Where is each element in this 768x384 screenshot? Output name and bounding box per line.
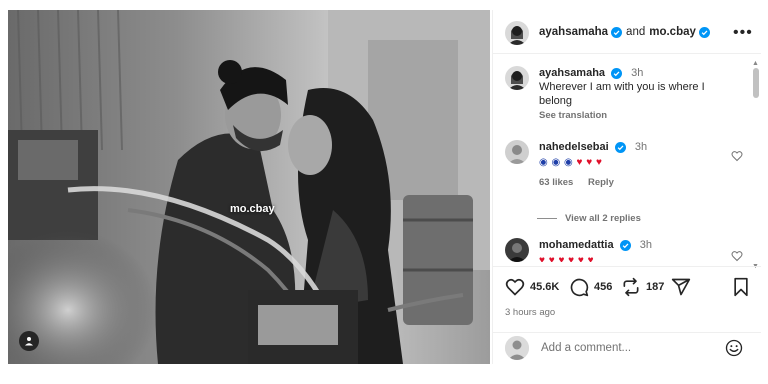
author-joiner: and: [626, 26, 646, 38]
author1-username[interactable]: ayahsamaha: [539, 26, 608, 38]
caption-username[interactable]: ayahsamaha: [539, 67, 605, 79]
user-tags-button[interactable]: [19, 331, 39, 351]
share-button[interactable]: [671, 277, 696, 297]
comments-list: ayahsamaha 3h Wherever I am with you is …: [493, 56, 761, 262]
verified-badge-icon: [614, 141, 626, 153]
caption-body: ayahsamaha 3h Wherever I am with you is …: [539, 66, 739, 123]
reply-button[interactable]: Reply: [588, 177, 614, 188]
view-replies-label: View all 2 replies: [565, 213, 641, 224]
save-button[interactable]: [731, 277, 756, 297]
post-time-ago[interactable]: 3 hours ago: [505, 307, 555, 318]
evil-eye-emoji: ◉: [539, 157, 549, 168]
caption-avatar[interactable]: [505, 66, 529, 90]
comment-time[interactable]: 3h: [635, 141, 647, 153]
avatar-image: [505, 140, 529, 164]
author-avatar[interactable]: [505, 21, 529, 45]
comment-emoji-text: ♥ ♥ ♥ ♥ ♥ ♥: [539, 254, 739, 262]
evil-eye-emoji: ◉: [551, 157, 561, 168]
media-user-tag[interactable]: mo.cbay: [230, 203, 275, 215]
heart-emoji: ♥: [548, 255, 556, 262]
author2-username[interactable]: mo.cbay: [649, 26, 696, 38]
avatar-image: [505, 21, 529, 45]
comment-body: mohamedattia 3h ♥ ♥ ♥ ♥ ♥ ♥: [539, 238, 739, 262]
verified-badge-icon: [698, 26, 710, 38]
evil-eye-emoji: ◉: [564, 157, 574, 168]
replies-divider-line: [537, 218, 557, 219]
comment-body: nahedelsebai 3h ◉ ◉ ◉ ♥ ♥ ♥ 63 likes Rep…: [539, 140, 739, 190]
repost-count[interactable]: 187: [646, 281, 664, 293]
author-names: ayahsamaha and mo.cbay: [539, 26, 714, 38]
heart-emoji: ♥: [586, 157, 593, 168]
post-photo: [8, 10, 490, 364]
comment-avatar[interactable]: [505, 238, 529, 262]
add-comment-input[interactable]: [541, 342, 711, 354]
heart-emoji: ♥: [587, 255, 595, 262]
comment-button[interactable]: 456: [569, 277, 612, 297]
see-translation-link[interactable]: See translation: [539, 109, 739, 123]
comment-username[interactable]: mohamedattia: [539, 239, 614, 251]
instagram-post-dialog: mo.cbay ayahsamaha and mo.cbay ••• ▲ ▼ a…: [0, 0, 768, 384]
comment-like-heart-icon[interactable]: [731, 250, 743, 262]
heart-emoji: ♥: [577, 255, 585, 262]
more-dots-icon[interactable]: •••: [733, 24, 753, 42]
heart-emoji: ♥: [576, 157, 583, 168]
avatar-image: [505, 238, 529, 262]
current-user-avatar: [505, 336, 529, 360]
like-count[interactable]: 45.6K: [530, 281, 559, 293]
verified-badge-icon: [611, 67, 623, 79]
bookmark-icon: [734, 277, 748, 297]
caption-text: Wherever I am with you is where I belong: [539, 81, 705, 107]
view-replies-link[interactable]: View all 2 replies: [537, 213, 737, 224]
default-avatar-icon: [505, 336, 529, 360]
add-comment-bar: [493, 332, 761, 364]
heart-emoji: ♥: [595, 157, 603, 168]
comment-username[interactable]: nahedelsebai: [539, 141, 609, 153]
comment-bubble-icon: [570, 278, 589, 297]
emoji-smile-icon[interactable]: [725, 339, 743, 357]
repost-button[interactable]: 187: [621, 277, 664, 297]
comment-avatar[interactable]: [505, 140, 529, 164]
heart-emoji: ♥: [539, 255, 546, 262]
comment-like-heart-icon[interactable]: [731, 150, 743, 162]
verified-badge-icon: [611, 26, 623, 38]
heart-icon: [505, 278, 525, 296]
avatar-image: [505, 66, 529, 90]
verified-badge-icon: [619, 239, 631, 251]
comment-meta: 63 likes Reply: [539, 176, 739, 190]
post-actions: 45.6K 456 187 3 hours ago: [493, 266, 761, 332]
post-header: ayahsamaha and mo.cbay •••: [493, 10, 761, 54]
caption-time[interactable]: 3h: [631, 67, 643, 79]
post-side-panel: ayahsamaha and mo.cbay ••• ▲ ▼ ayahsamah…: [492, 10, 761, 364]
heart-emoji: ♥: [558, 255, 565, 262]
heart-emoji: ♥: [568, 255, 575, 262]
paper-plane-icon: [671, 278, 691, 296]
like-button[interactable]: 45.6K: [505, 277, 559, 297]
repost-icon: [623, 277, 639, 297]
comment-time[interactable]: 3h: [640, 239, 652, 251]
person-icon: [25, 337, 33, 346]
comment-likes[interactable]: 63 likes: [539, 177, 573, 188]
comment-emoji-text: ◉ ◉ ◉ ♥ ♥ ♥: [539, 156, 739, 170]
comment-count[interactable]: 456: [594, 281, 612, 293]
post-media[interactable]: mo.cbay: [8, 10, 490, 364]
